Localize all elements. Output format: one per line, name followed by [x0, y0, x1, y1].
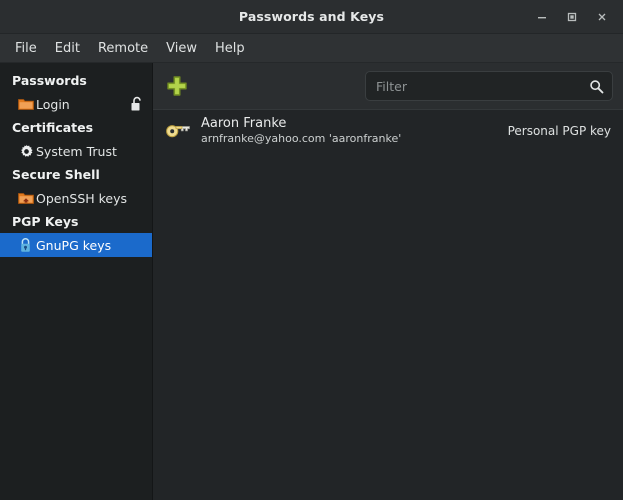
toolbar	[153, 63, 623, 109]
content-area: Passwords Login Certificates System Trus…	[0, 63, 623, 500]
sidebar-item-gnupg-keys[interactable]: GnuPG keys	[0, 233, 152, 257]
menu-view[interactable]: View	[157, 38, 206, 59]
sidebar-header-passwords: Passwords	[12, 73, 87, 88]
sidebar-item-login-label: Login	[36, 96, 70, 112]
menu-edit[interactable]: Edit	[46, 38, 89, 59]
titlebar: Passwords and Keys	[0, 0, 623, 34]
sidebar-item-login[interactable]: Login	[0, 92, 152, 116]
app-window: Passwords and Keys File Edit Remote View…	[0, 0, 623, 500]
menu-file[interactable]: File	[6, 38, 46, 59]
sidebar: Passwords Login Certificates System Trus…	[0, 63, 153, 500]
maximize-icon	[567, 12, 577, 21]
lock-key-icon	[18, 237, 34, 253]
search-icon[interactable]	[588, 78, 604, 94]
add-key-button[interactable]	[161, 70, 193, 102]
minimize-button[interactable]	[527, 4, 557, 30]
window-controls	[527, 4, 623, 30]
close-icon	[598, 13, 606, 20]
sidebar-header-certificates: Certificates	[12, 120, 94, 135]
filter-field[interactable]	[365, 71, 613, 101]
unlock-icon	[130, 96, 144, 112]
menu-help[interactable]: Help	[206, 38, 254, 59]
sidebar-item-system-trust-label: System Trust	[36, 143, 117, 159]
main-panel: Aaron Franke arnfranke@yahoo.com 'aaronf…	[153, 63, 623, 500]
table-row[interactable]: Aaron Franke arnfranke@yahoo.com 'aaronf…	[153, 110, 623, 152]
plus-icon	[167, 76, 187, 96]
maximize-button[interactable]	[557, 4, 587, 30]
key-row-subtitle: arnfranke@yahoo.com 'aaronfranke'	[201, 132, 402, 146]
sidebar-item-openssh-keys-label: OpenSSH keys	[36, 190, 128, 206]
search-input[interactable]	[376, 78, 588, 94]
menubar: File Edit Remote View Help	[0, 34, 623, 63]
key-row-title: Aaron Franke	[201, 116, 287, 131]
key-row-type: Personal PGP key	[507, 124, 611, 138]
folder-ssh-icon	[18, 190, 34, 206]
key-icon	[163, 116, 193, 146]
gear-icon	[18, 143, 34, 159]
sidebar-header-pgp-keys: PGP Keys	[12, 214, 79, 229]
sidebar-item-system-trust[interactable]: System Trust	[0, 139, 152, 163]
key-list[interactable]: Aaron Franke arnfranke@yahoo.com 'aaronf…	[153, 109, 623, 500]
sidebar-item-openssh-keys[interactable]: OpenSSH keys	[0, 186, 152, 210]
key-row-texts: Aaron Franke arnfranke@yahoo.com 'aaronf…	[201, 116, 401, 146]
menu-remote[interactable]: Remote	[89, 38, 157, 59]
minimize-icon	[538, 16, 546, 18]
sidebar-header-secure-shell: Secure Shell	[12, 167, 100, 182]
close-button[interactable]	[587, 4, 617, 30]
folder-icon	[18, 96, 34, 112]
sidebar-item-gnupg-keys-label: GnuPG keys	[36, 237, 112, 253]
